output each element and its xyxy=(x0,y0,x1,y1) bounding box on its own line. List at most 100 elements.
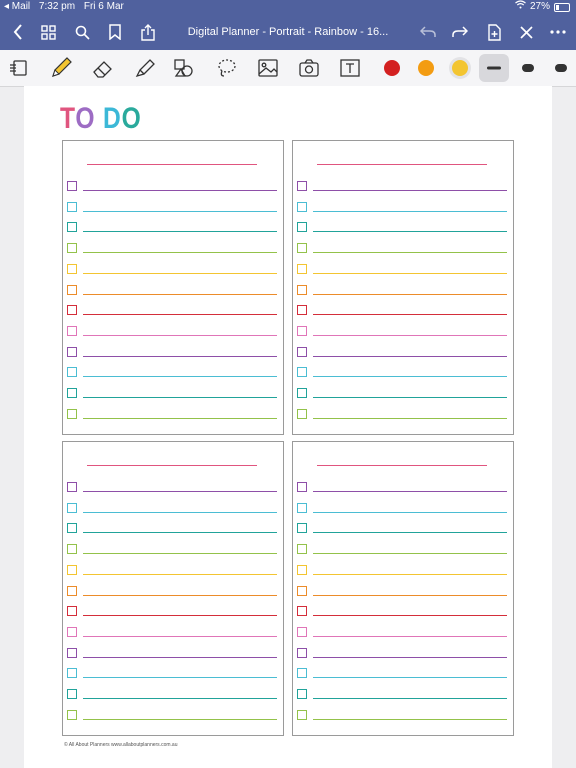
todo-row[interactable] xyxy=(297,585,507,598)
todo-row[interactable] xyxy=(297,502,507,515)
todo-line[interactable] xyxy=(83,376,277,378)
todo-line[interactable] xyxy=(313,397,507,398)
todo-checkbox[interactable] xyxy=(67,263,77,274)
undo-icon[interactable] xyxy=(414,14,442,50)
card-heading-line[interactable] xyxy=(317,164,487,165)
color-swatch-yellow[interactable] xyxy=(445,54,475,82)
todo-checkbox[interactable] xyxy=(67,626,77,637)
todo-row[interactable] xyxy=(67,263,277,276)
todo-checkbox[interactable] xyxy=(297,388,307,398)
todo-checkbox[interactable] xyxy=(67,346,77,357)
image-icon[interactable] xyxy=(253,54,283,82)
todo-line[interactable] xyxy=(83,293,277,295)
todo-row[interactable] xyxy=(297,523,507,535)
todo-checkbox[interactable] xyxy=(67,181,77,191)
card-bottom-left[interactable] xyxy=(62,441,284,736)
todo-checkbox[interactable] xyxy=(67,408,77,419)
todo-row[interactable] xyxy=(67,606,277,618)
todo-checkbox[interactable] xyxy=(67,709,77,720)
todo-line[interactable] xyxy=(313,532,507,534)
todo-row[interactable] xyxy=(67,243,277,255)
stroke-thin[interactable] xyxy=(479,54,509,82)
todo-checkbox[interactable] xyxy=(67,689,77,699)
todo-row[interactable] xyxy=(297,388,507,400)
color-swatch-red[interactable] xyxy=(377,54,407,82)
todo-line[interactable] xyxy=(83,231,277,233)
todo-checkbox[interactable] xyxy=(297,709,307,720)
todo-line[interactable] xyxy=(313,293,507,295)
bookmark-icon[interactable] xyxy=(101,14,129,50)
todo-line[interactable] xyxy=(83,272,277,274)
todo-checkbox[interactable] xyxy=(67,647,77,658)
todo-row[interactable] xyxy=(67,181,277,193)
todo-checkbox[interactable] xyxy=(297,647,307,658)
add-page-icon[interactable] xyxy=(480,14,508,50)
todo-row[interactable] xyxy=(67,709,277,722)
todo-row[interactable] xyxy=(67,325,277,338)
todo-line[interactable] xyxy=(83,656,277,658)
todo-line[interactable] xyxy=(313,231,507,233)
todo-checkbox[interactable] xyxy=(67,325,77,336)
pen-icon[interactable] xyxy=(46,54,76,82)
todo-checkbox[interactable] xyxy=(67,284,77,295)
todo-line[interactable] xyxy=(313,718,507,720)
todo-line[interactable] xyxy=(83,594,277,596)
todo-row[interactable] xyxy=(297,181,507,193)
highlighter-icon[interactable] xyxy=(130,54,160,82)
todo-checkbox[interactable] xyxy=(67,367,77,378)
todo-line[interactable] xyxy=(313,210,507,212)
todo-checkbox[interactable] xyxy=(297,668,307,679)
todo-line[interactable] xyxy=(313,573,507,575)
todo-checkbox[interactable] xyxy=(297,502,307,513)
todo-checkbox[interactable] xyxy=(67,388,77,398)
todo-row[interactable] xyxy=(67,388,277,400)
todo-line[interactable] xyxy=(83,314,277,316)
todo-row[interactable] xyxy=(297,606,507,618)
todo-line[interactable] xyxy=(83,511,277,513)
todo-row[interactable] xyxy=(297,544,507,556)
todo-line[interactable] xyxy=(83,210,277,212)
todo-line[interactable] xyxy=(83,532,277,534)
todo-checkbox[interactable] xyxy=(297,222,307,233)
todo-row[interactable] xyxy=(67,647,277,660)
todo-checkbox[interactable] xyxy=(67,502,77,513)
card-heading-line[interactable] xyxy=(87,164,257,165)
todo-checkbox[interactable] xyxy=(297,585,307,596)
todo-checkbox[interactable] xyxy=(297,689,307,699)
todo-row[interactable] xyxy=(297,709,507,722)
card-heading-line[interactable] xyxy=(87,465,257,466)
todo-line[interactable] xyxy=(313,677,507,679)
todo-row[interactable] xyxy=(67,668,277,680)
card-heading-line[interactable] xyxy=(317,465,487,466)
stroke-thick[interactable] xyxy=(546,54,576,82)
todo-row[interactable] xyxy=(297,325,507,338)
todo-checkbox[interactable] xyxy=(297,305,307,316)
todo-row[interactable] xyxy=(297,243,507,255)
todo-checkbox[interactable] xyxy=(297,523,307,534)
todo-line[interactable] xyxy=(313,190,507,191)
todo-row[interactable] xyxy=(297,305,507,317)
todo-row[interactable] xyxy=(297,482,507,494)
todo-line[interactable] xyxy=(83,573,277,575)
todo-row[interactable] xyxy=(67,502,277,515)
todo-row[interactable] xyxy=(297,367,507,379)
lasso-icon[interactable] xyxy=(212,54,242,82)
todo-row[interactable] xyxy=(297,201,507,214)
todo-checkbox[interactable] xyxy=(67,668,77,679)
todo-row[interactable] xyxy=(297,564,507,577)
camera-icon[interactable] xyxy=(294,54,324,82)
card-bottom-right[interactable] xyxy=(292,441,514,736)
todo-row[interactable] xyxy=(67,689,277,701)
todo-line[interactable] xyxy=(313,334,507,336)
todo-checkbox[interactable] xyxy=(297,408,307,419)
todo-line[interactable] xyxy=(83,677,277,679)
stroke-medium[interactable] xyxy=(513,54,543,82)
todo-checkbox[interactable] xyxy=(297,181,307,191)
todo-row[interactable] xyxy=(67,222,277,234)
back-to-app-link[interactable]: ◂ Mail xyxy=(4,1,30,12)
todo-row[interactable] xyxy=(297,284,507,297)
todo-checkbox[interactable] xyxy=(297,606,307,617)
todo-checkbox[interactable] xyxy=(67,243,77,254)
todo-row[interactable] xyxy=(67,284,277,297)
todo-line[interactable] xyxy=(313,553,507,555)
